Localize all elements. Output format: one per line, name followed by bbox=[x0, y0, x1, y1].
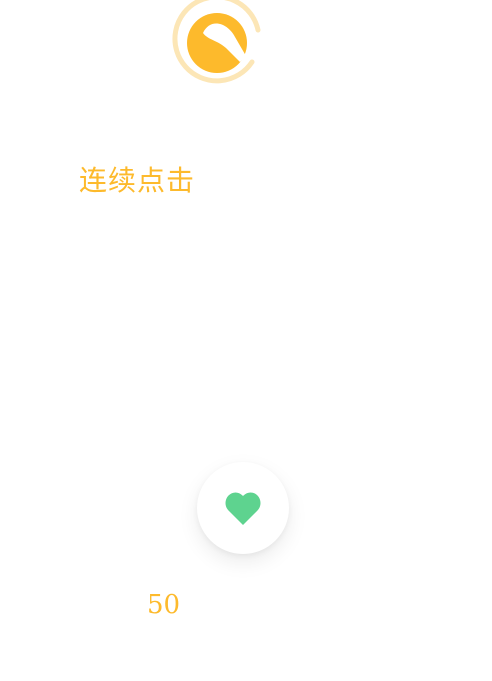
tap-counter: 50 bbox=[147, 590, 181, 620]
heart-icon bbox=[225, 492, 261, 525]
app-logo-icon bbox=[172, 0, 261, 84]
app-logo bbox=[172, 0, 264, 90]
page-title: 连续点击 bbox=[79, 164, 196, 197]
heart-tap-button[interactable] bbox=[197, 462, 289, 554]
